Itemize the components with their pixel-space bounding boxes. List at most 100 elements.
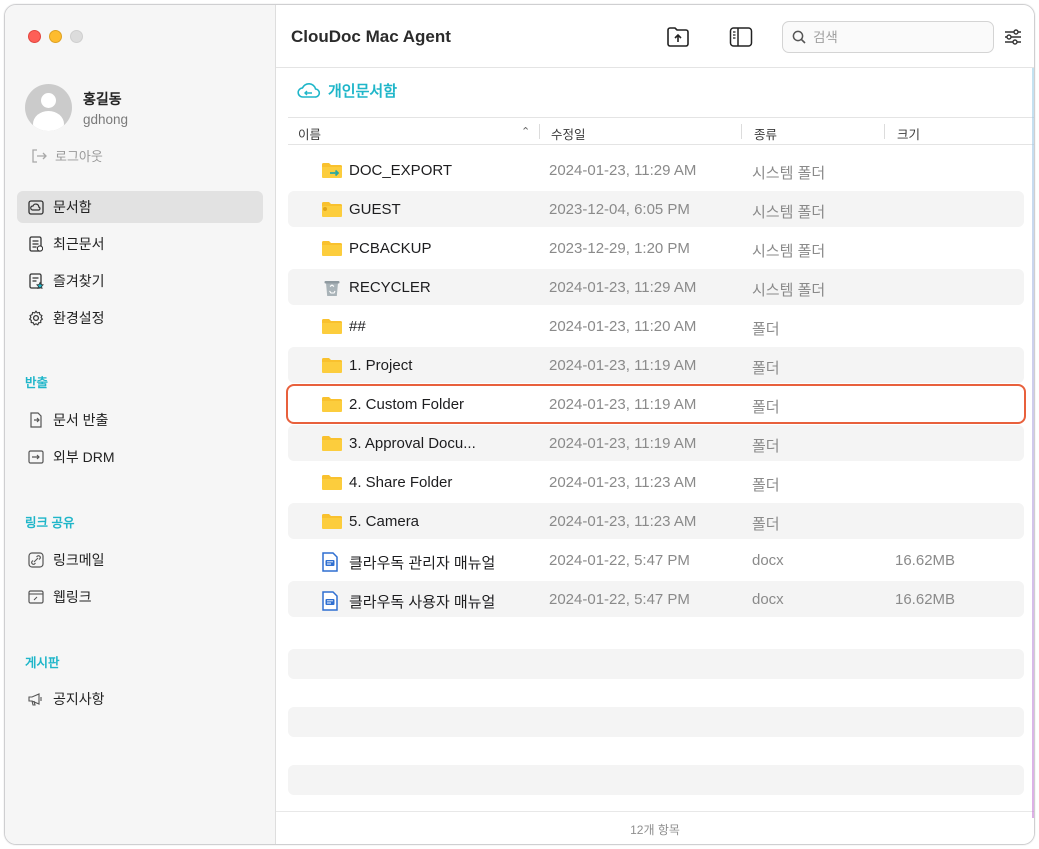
gear-icon: [28, 310, 44, 326]
file-row[interactable]: ## 2024-01-23, 11:20 AM 폴더: [288, 308, 1024, 344]
sidebar-item-favorites[interactable]: 즐겨찾기: [17, 265, 263, 297]
empty-row: [288, 765, 1024, 795]
folder-icon: [321, 474, 343, 491]
folder-icon: [321, 318, 343, 335]
main-panel: ClouDoc Mac Agent 개인문서함 이름 ⌃ 수정일: [276, 5, 1034, 844]
zoom-window-button[interactable]: [70, 30, 83, 43]
search-icon: [792, 30, 806, 44]
web-link-icon: [28, 589, 44, 605]
logout-button[interactable]: 로그아웃: [31, 146, 103, 165]
file-row[interactable]: 2. Custom Folder 2024-01-23, 11:19 AM 폴더: [286, 384, 1026, 424]
sidebar-item-settings[interactable]: 환경설정: [17, 302, 263, 334]
window-controls: [28, 30, 83, 43]
file-modified-date: 2024-01-23, 11:19 AM: [549, 396, 697, 413]
docx-file-icon: [321, 552, 343, 572]
column-header: 이름 ⌃ 수정일 종류 크기: [288, 117, 1034, 145]
sort-ascending-icon[interactable]: ⌃: [521, 125, 530, 138]
file-kind: docx: [752, 552, 784, 569]
file-name: PCBACKUP: [349, 240, 432, 257]
sidebar-item-external-drm[interactable]: 외부 DRM: [17, 441, 263, 473]
empty-row: [288, 649, 1024, 679]
user-profile: 홍길동 gdhong: [25, 84, 128, 131]
docbox-icon: [28, 199, 44, 215]
sidebar-item-label: 웹링크: [53, 589, 92, 605]
section-title-export: 반출: [25, 376, 49, 390]
folder-icon: [321, 396, 343, 413]
file-row[interactable]: 5. Camera 2024-01-23, 11:23 AM 폴더: [288, 503, 1024, 539]
breadcrumb[interactable]: 개인문서함: [297, 80, 397, 101]
cloud-icon: [297, 82, 321, 98]
file-row[interactable]: DOC_EXPORT 2024-01-23, 11:29 AM 시스템 폴더: [288, 152, 1024, 188]
file-row[interactable]: RECYCLER 2024-01-23, 11:29 AM 시스템 폴더: [288, 269, 1024, 305]
megaphone-icon: [28, 691, 44, 707]
page-title: ClouDoc Mac Agent: [291, 27, 451, 46]
file-kind: docx: [752, 591, 784, 608]
file-modified-date: 2024-01-23, 11:19 AM: [549, 357, 697, 374]
file-name: 클라우독 사용자 매뉴얼: [349, 594, 496, 611]
file-name: 3. Approval Docu...: [349, 435, 476, 452]
file-modified-date: 2023-12-04, 6:05 PM: [549, 201, 690, 218]
sidebar-item-label: 최근문서: [53, 236, 105, 252]
file-row[interactable]: 3. Approval Docu... 2024-01-23, 11:19 AM 폴…: [288, 425, 1024, 461]
app-window: 홍길동 gdhong 로그아웃 문서함 최근문서 즐겨찾기 환경설정 반출 문서…: [4, 4, 1035, 845]
sidebar-item-doc-export[interactable]: 문서 반출: [17, 404, 263, 436]
file-row[interactable]: 클라우독 사용자 매뉴얼 2024-01-22, 5:47 PM docx 16.62…: [288, 581, 1024, 617]
sidebar-item-recent[interactable]: 최근문서: [17, 228, 263, 260]
file-name: 1. Project: [349, 357, 413, 374]
file-modified-date: 2024-01-23, 11:23 AM: [549, 513, 697, 530]
search-input[interactable]: [813, 29, 983, 45]
close-window-button[interactable]: [28, 30, 41, 43]
sidebar-item-label: 링크메일: [53, 552, 105, 568]
column-size-header[interactable]: 크기: [897, 124, 920, 143]
status-bar: 12개 항목: [276, 811, 1034, 844]
file-kind: 시스템 폴더: [752, 204, 826, 221]
column-divider[interactable]: [884, 124, 885, 139]
folder-icon: [321, 240, 343, 257]
file-row[interactable]: GUEST 2023-12-04, 6:05 PM 시스템 폴더: [288, 191, 1024, 227]
file-kind: 폴더: [752, 438, 780, 455]
file-row[interactable]: 4. Share Folder 2024-01-23, 11:23 AM 폴더: [288, 464, 1024, 500]
breadcrumb-label: 개인문서함: [328, 83, 398, 100]
section-title-link-share: 링크 공유: [25, 516, 75, 530]
file-kind: 폴더: [752, 399, 780, 416]
sidebar-item-label: 환경설정: [53, 310, 105, 326]
toolbar: ClouDoc Mac Agent: [276, 5, 1034, 68]
sidebar-item-docbox[interactable]: 문서함: [17, 191, 263, 223]
sidebar-item-label: 공지사항: [53, 691, 105, 707]
sidebar-item-label: 외부 DRM: [53, 449, 115, 465]
file-modified-date: 2024-01-23, 11:19 AM: [549, 435, 697, 452]
file-kind: 폴더: [752, 360, 780, 377]
window-edge: [1032, 68, 1034, 818]
file-modified-date: 2024-01-22, 5:47 PM: [549, 552, 690, 569]
sidebar-item-link-mail[interactable]: 링크메일: [17, 544, 263, 576]
filter-settings-button[interactable]: [1000, 24, 1026, 50]
search-box[interactable]: [782, 21, 994, 53]
column-modified-header[interactable]: 수정일: [551, 124, 586, 143]
trash-icon: [321, 279, 343, 296]
export-folder-icon: [321, 162, 343, 179]
sidebar-item-web-link[interactable]: 웹링크: [17, 581, 263, 613]
column-name-header[interactable]: 이름: [298, 124, 321, 143]
sidebar-item-notice[interactable]: 공지사항: [17, 683, 263, 715]
file-kind: 시스템 폴더: [752, 282, 826, 299]
file-row[interactable]: 클라우독 관리자 매뉴얼 2024-01-22, 5:47 PM docx 16.62…: [288, 542, 1024, 578]
file-row[interactable]: 1. Project 2024-01-23, 11:19 AM 폴더: [288, 347, 1024, 383]
column-divider[interactable]: [539, 124, 540, 139]
sidebar: 홍길동 gdhong 로그아웃 문서함 최근문서 즐겨찾기 환경설정 반출 문서…: [5, 5, 276, 844]
folder-icon: [321, 435, 343, 452]
sidebar-toggle-icon: [729, 27, 753, 47]
external-drm-icon: [28, 449, 44, 465]
file-name: 5. Camera: [349, 513, 420, 530]
sidebar-item-label: 즐겨찾기: [53, 273, 105, 289]
toggle-panel-button[interactable]: [728, 24, 754, 50]
user-id: gdhong: [83, 111, 129, 127]
file-name: DOC_EXPORT: [349, 162, 453, 179]
column-divider[interactable]: [741, 124, 742, 139]
logout-icon: [32, 148, 47, 163]
column-kind-header[interactable]: 종류: [754, 124, 777, 143]
upload-button[interactable]: [665, 24, 691, 50]
minimize-window-button[interactable]: [49, 30, 62, 43]
file-row[interactable]: PCBACKUP 2023-12-29, 1:20 PM 시스템 폴더: [288, 230, 1024, 266]
file-name: 클라우독 관리자 매뉴얼: [349, 555, 496, 572]
folder-icon: [321, 357, 343, 374]
